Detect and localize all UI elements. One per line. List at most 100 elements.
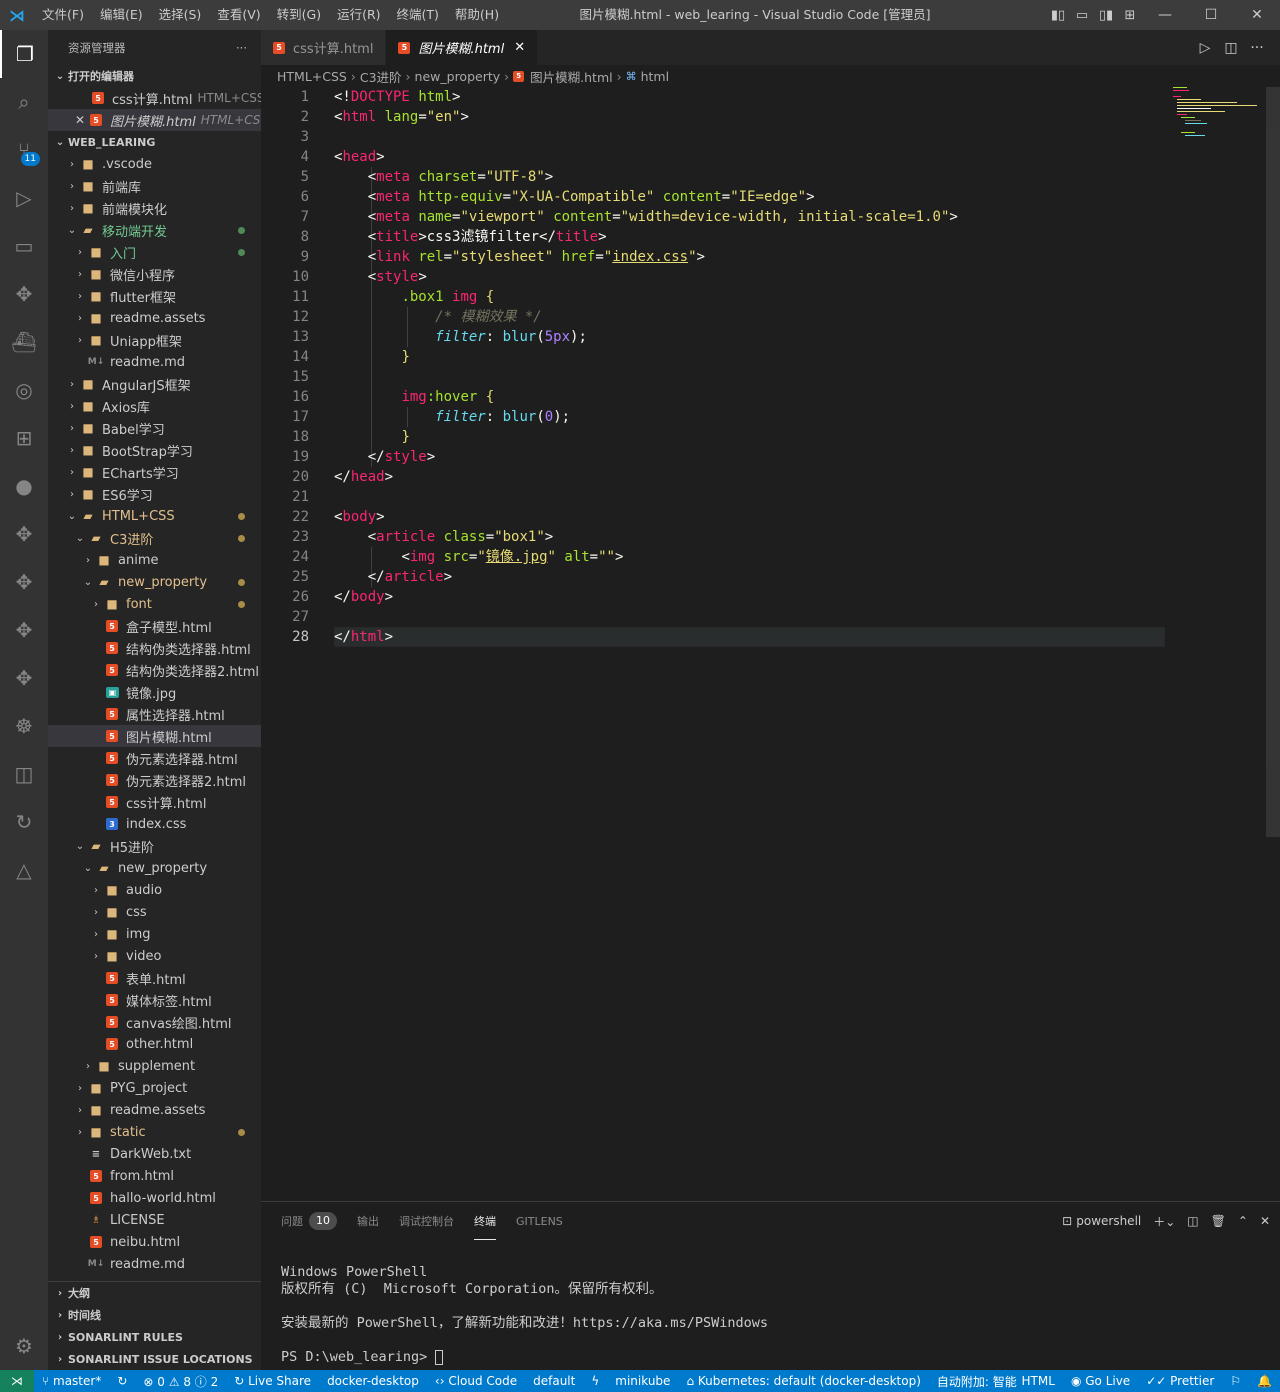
tree-folder[interactable]: › ■ css [48, 901, 261, 923]
search-icon[interactable]: ⌕ [0, 78, 48, 126]
tab-problems[interactable]: 问题 10 [281, 1202, 337, 1240]
sonarlint-issues-section[interactable]: › SONARLINT ISSUE LOCATIONS [48, 1348, 261, 1370]
maximize-icon[interactable]: ☐ [1188, 0, 1234, 30]
remote-indicator-icon[interactable]: ⋊ [0, 1370, 34, 1392]
docker-context-status[interactable]: docker-desktop [319, 1374, 427, 1388]
minimap[interactable] [1171, 87, 1271, 147]
breadcrumb-item[interactable]: new_property [415, 69, 501, 84]
tree-folder[interactable]: › ■ font [48, 593, 261, 615]
tree-folder[interactable]: › ■ ES6学习 [48, 483, 261, 505]
kubernetes-status[interactable]: ⌂ Kubernetes: default (docker-desktop) [678, 1374, 928, 1388]
tree-file[interactable]: 5 hallo-world.html [48, 1187, 261, 1209]
problems-status[interactable]: ⊗ 0 ⚠ 8 ⓘ 2 [135, 1373, 226, 1390]
tree-file[interactable]: ≡ DarkWeb.txt [48, 1143, 261, 1165]
source-control-icon[interactable]: ⑂ 11 [0, 126, 48, 174]
tree-file[interactable]: 5 结构伪类选择器2.html [48, 659, 261, 681]
close-tab-icon[interactable]: ✕ [514, 40, 525, 55]
prettier-status[interactable]: ✓✓ Prettier [1138, 1374, 1222, 1388]
terminal-shell-label[interactable]: powershell [1076, 1214, 1141, 1228]
tree-folder[interactable]: ⌄ ▰ C3进阶 [48, 527, 261, 549]
breadcrumb-symbol[interactable]: ⌘ html [626, 69, 669, 84]
menu-item-4[interactable]: 转到(G) [269, 0, 329, 30]
more-actions-icon[interactable]: ··· [1244, 40, 1270, 56]
extensions-grid-icon[interactable]: ⊞ [0, 414, 48, 462]
minikube-status[interactable]: minikube [607, 1374, 678, 1388]
go-live-status[interactable]: ◉ Go Live [1063, 1374, 1138, 1388]
menu-item-2[interactable]: 选择(S) [151, 0, 210, 30]
sonarlint-rules-section[interactable]: › SONARLINT RULES [48, 1326, 261, 1348]
tree-folder[interactable]: › ■ PYG_project [48, 1077, 261, 1099]
tree-folder[interactable]: ⌄ ▰ new_property [48, 857, 261, 879]
explorer-icon[interactable]: ❐ [0, 30, 48, 78]
tree-folder[interactable]: › ■ BootStrap学习 [48, 439, 261, 461]
tree-folder[interactable]: › ■ Babel学习 [48, 417, 261, 439]
tree-folder[interactable]: › ■ Uniapp框架 [48, 329, 261, 351]
docker-icon[interactable]: ⛴ [0, 318, 48, 366]
api-icon[interactable]: ✥ [0, 606, 48, 654]
tree-folder[interactable]: ⌄ ▰ new_property [48, 571, 261, 593]
tab-terminal[interactable]: 终端 [474, 1202, 496, 1240]
breadcrumb-item[interactable]: HTML+CSS [277, 69, 347, 84]
menu-item-5[interactable]: 运行(R) [329, 0, 388, 30]
tab-css-calc[interactable]: 5 css计算.html [261, 30, 387, 65]
open-editor-item[interactable]: 5 css计算.html HTML+CSS... [48, 87, 261, 109]
tree-folder[interactable]: › ■ audio [48, 879, 261, 901]
tree-folder[interactable]: › ■ 微信小程序 [48, 263, 261, 285]
tree-file[interactable]: 5 属性选择器.html [48, 703, 261, 725]
azure-icon[interactable]: △ [0, 846, 48, 894]
open-editor-item-active[interactable]: ✕ 5 图片模糊.html HTML+CS... [48, 109, 261, 131]
tree-file[interactable]: 5 盒子模型.html [48, 615, 261, 637]
tree-file[interactable]: 5 canvas绘图.html [48, 1011, 261, 1033]
toggle-panel-icon[interactable]: ▭ [1070, 0, 1094, 30]
menu-item-3[interactable]: 查看(V) [209, 0, 268, 30]
feedback-icon[interactable]: ⚐ [1222, 1374, 1249, 1388]
breadcrumb-file[interactable]: 5 图片模糊.html [513, 67, 613, 86]
terminal-output[interactable]: Windows PowerShell 版权所有 (C) Microsoft Co… [281, 1264, 768, 1366]
tree-folder[interactable]: › ■ .vscode [48, 153, 261, 175]
tree-folder[interactable]: › ■ 前端库 [48, 175, 261, 197]
breadcrumb-item[interactable]: C3进阶 [360, 67, 402, 86]
tree-folder[interactable]: › ■ static [48, 1121, 261, 1143]
close-window-icon[interactable]: ✕ [1234, 0, 1280, 30]
tab-image-blur[interactable]: 5 图片模糊.html ✕ [386, 30, 539, 65]
gitlens-icon[interactable]: ◎ [0, 366, 48, 414]
settings-gear-icon[interactable]: ⚙ [0, 1322, 48, 1370]
namespace-status[interactable]: default [525, 1374, 583, 1388]
tree-folder[interactable]: › ■ Axios库 [48, 395, 261, 417]
tree-folder[interactable]: › ■ ECharts学习 [48, 461, 261, 483]
extensions-icon[interactable]: ✥ [0, 270, 48, 318]
branch-status[interactable]: ⑂ master* [34, 1374, 109, 1388]
tree-file[interactable]: 5 伪元素选择器.html [48, 747, 261, 769]
tree-file[interactable]: 5 媒体标签.html [48, 989, 261, 1011]
secret-manager-icon[interactable]: ✥ [0, 654, 48, 702]
tab-debug-console[interactable]: 调试控制台 [399, 1202, 454, 1240]
tree-file[interactable]: 5 结构伪类选择器.html [48, 637, 261, 659]
editor-scrollbar[interactable] [1266, 87, 1280, 837]
new-terminal-icon[interactable]: ＋⌄ [1153, 1213, 1175, 1230]
more-actions-icon[interactable]: ··· [236, 41, 247, 55]
maximize-panel-icon[interactable]: ⌃ [1238, 1214, 1248, 1228]
run-debug-icon[interactable]: ▷ [0, 174, 48, 222]
tree-folder[interactable]: ⌄ ▰ HTML+CSS [48, 505, 261, 527]
tree-file[interactable]: 5 图片模糊.html [48, 725, 261, 747]
menu-item-7[interactable]: 帮助(H) [447, 0, 507, 30]
run-icon[interactable]: ▷ [1192, 40, 1218, 56]
minimize-icon[interactable]: — [1142, 0, 1188, 30]
open-editors-section[interactable]: ⌄ 打开的编辑器 [48, 65, 261, 87]
close-editor-icon[interactable]: ✕ [72, 113, 88, 127]
code-editor[interactable]: 1 <!DOCTYPE html> 2 <html lang="en"> 3 4 <head… [261, 87, 1280, 1201]
tree-folder[interactable]: › ■ readme.assets [48, 307, 261, 329]
toggle-secondary-sidebar-icon[interactable]: ▯▮ [1094, 0, 1118, 30]
sync-icon[interactable]: ↻ [109, 1374, 135, 1388]
outline-section[interactable]: › 大纲 [48, 1282, 261, 1304]
cloud-code-status[interactable]: ‹› Cloud Code [427, 1374, 525, 1388]
split-terminal-icon[interactable]: ◫ [1187, 1214, 1198, 1228]
cloud-code-icon[interactable]: ✥ [0, 510, 48, 558]
tree-folder[interactable]: › ■ flutter框架 [48, 285, 261, 307]
tab-gitlens[interactable]: GITLENS [516, 1202, 563, 1240]
tree-folder[interactable]: › ■ readme.assets [48, 1099, 261, 1121]
tree-file[interactable]: 5 neibu.html [48, 1231, 261, 1253]
tree-folder[interactable]: › ■ supplement [48, 1055, 261, 1077]
menu-item-1[interactable]: 编辑(E) [92, 0, 151, 30]
tree-file[interactable]: ▣ 镜像.jpg [48, 681, 261, 703]
